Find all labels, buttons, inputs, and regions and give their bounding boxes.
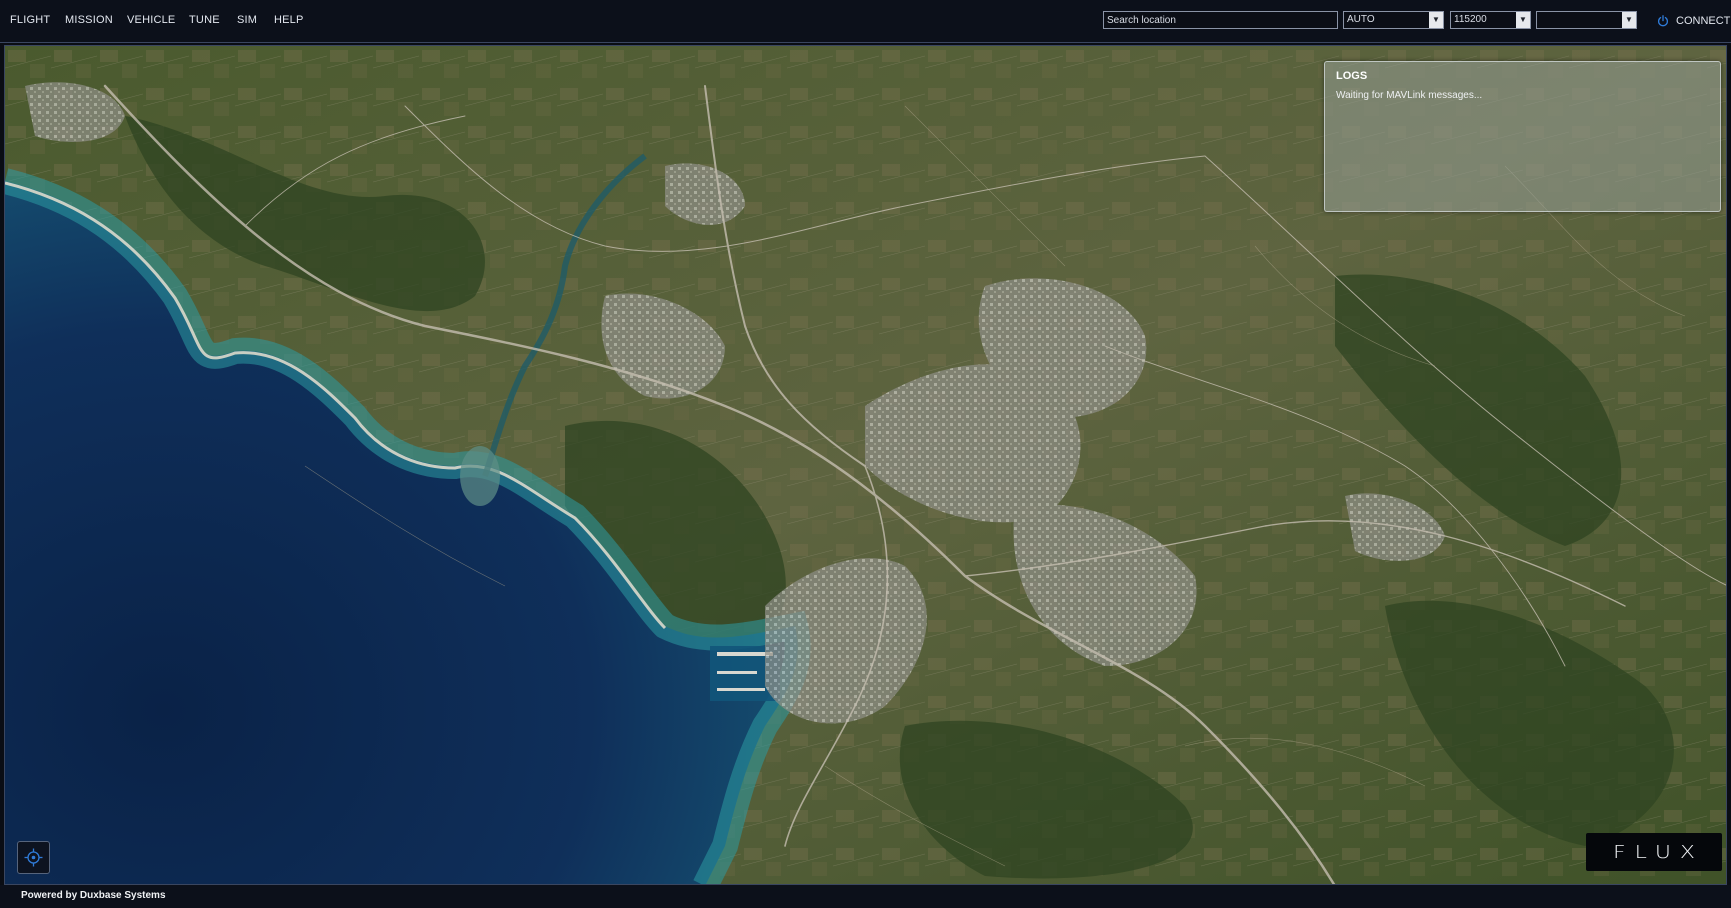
flight-mode-dropdown[interactable]: AUTO ▼ [1343,11,1444,29]
menu-tune[interactable]: TUNE [189,14,220,26]
crosshair-icon [24,848,43,867]
footer-bar: Powered by Duxbase Systems [0,885,1731,908]
chevron-down-icon[interactable]: ▼ [1622,12,1636,28]
satellite-map[interactable]: LOGS Waiting for MAVLink messages... FLU… [4,45,1727,885]
baud-rate-value: 115200 [1454,14,1487,25]
menu-help[interactable]: HELP [274,14,304,26]
locate-me-button[interactable] [17,841,50,874]
flux-logo: FLUX [1586,833,1722,871]
search-location-input[interactable] [1103,11,1338,29]
menu-mission[interactable]: MISSION [65,14,113,26]
footer-credit: Powered by Duxbase Systems [21,890,166,901]
baud-rate-dropdown[interactable]: 115200 ▼ [1450,11,1531,29]
chevron-down-icon[interactable]: ▼ [1429,12,1443,28]
flight-mode-value: AUTO [1347,14,1375,25]
menu-sim[interactable]: SIM [237,14,257,26]
serial-port-dropdown[interactable]: ▼ [1536,11,1637,29]
logs-panel: LOGS Waiting for MAVLink messages... [1324,61,1721,212]
connect-label: CONNECT [1676,15,1731,27]
menu-flight[interactable]: FLIGHT [10,14,50,26]
top-menu-bar: FLIGHT MISSION VEHICLE TUNE SIM HELP AUT… [0,0,1731,43]
logs-message: Waiting for MAVLink messages... [1336,90,1483,101]
power-icon [1658,15,1668,27]
chevron-down-icon[interactable]: ▼ [1516,12,1530,28]
flux-logo-text: FLUX [1613,841,1704,863]
connect-button[interactable]: CONNECT [1657,11,1730,31]
logs-title: LOGS [1336,70,1368,82]
menu-vehicle[interactable]: VEHICLE [127,14,175,26]
app-window: FLIGHT MISSION VEHICLE TUNE SIM HELP AUT… [0,0,1731,908]
